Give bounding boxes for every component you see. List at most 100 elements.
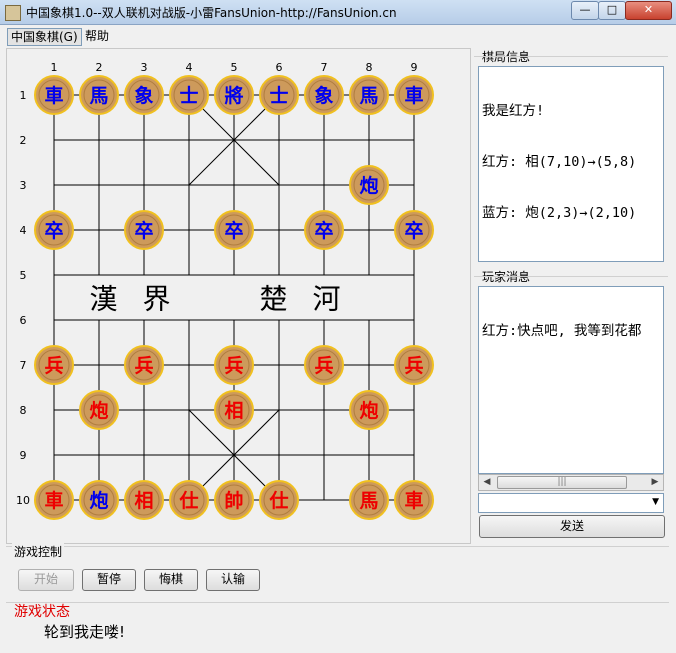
column-label: 8 — [366, 61, 373, 74]
chess-piece[interactable]: 將 — [214, 75, 254, 115]
chat-input-combobox[interactable]: ▼ — [478, 493, 664, 513]
column-label: 6 — [276, 61, 283, 74]
row-label: 3 — [20, 179, 27, 192]
chess-piece[interactable]: 兵 — [304, 345, 344, 385]
piece-label: 卒 — [224, 219, 243, 242]
resign-button[interactable]: 认输 — [206, 569, 260, 591]
piece-label: 馬 — [89, 85, 108, 107]
chess-piece[interactable]: 象 — [124, 75, 164, 115]
piece-label: 兵 — [314, 355, 333, 377]
column-label: 5 — [231, 61, 238, 74]
info-line: 我是红方! — [482, 103, 545, 119]
chess-piece[interactable]: 車 — [394, 75, 434, 115]
row-label: 4 — [20, 224, 27, 237]
chess-piece[interactable]: 卒 — [394, 210, 434, 250]
maximize-button[interactable]: □ — [598, 1, 626, 20]
piece-label: 士 — [269, 85, 288, 107]
chess-piece[interactable]: 兵 — [214, 345, 254, 385]
chevron-down-icon[interactable]: ▼ — [652, 497, 659, 507]
row-label: 9 — [20, 449, 27, 462]
piece-label: 將 — [224, 84, 243, 107]
chess-piece[interactable]: 馬 — [349, 75, 389, 115]
chess-piece[interactable]: 帥 — [214, 480, 254, 520]
chat-line: 红方:快点吧, 我等到花都 — [482, 323, 642, 339]
scroll-left-icon[interactable]: ◀ — [480, 476, 494, 489]
minimize-button[interactable]: — — [571, 1, 599, 20]
chess-piece[interactable]: 車 — [394, 480, 434, 520]
chess-piece[interactable]: 炮 — [79, 480, 119, 520]
chess-piece[interactable]: 馬 — [79, 75, 119, 115]
piece-label: 卒 — [134, 219, 153, 242]
row-label: 5 — [20, 269, 27, 282]
piece-label: 兵 — [404, 355, 423, 377]
chess-piece[interactable]: 馬 — [349, 480, 389, 520]
chess-piece[interactable]: 車 — [34, 75, 74, 115]
scroll-right-icon[interactable]: ▶ — [648, 476, 662, 489]
scroll-thumb[interactable]: ||| — [497, 476, 627, 489]
piece-label: 相 — [134, 490, 153, 512]
chess-piece[interactable]: 士 — [259, 75, 299, 115]
chess-piece[interactable]: 炮 — [349, 390, 389, 430]
chat-messages[interactable]: 红方:快点吧, 我等到花都 — [478, 286, 664, 474]
menu-bar: 中国象棋(G) 帮助 — [0, 25, 676, 46]
river-text-right: 楚 河 — [260, 283, 349, 316]
row-label: 10 — [16, 494, 30, 507]
close-button[interactable]: ✕ — [625, 1, 672, 20]
app-icon — [5, 5, 21, 21]
row-label: 2 — [20, 134, 27, 147]
piece-label: 車 — [404, 489, 423, 512]
chess-piece[interactable]: 仕 — [169, 480, 209, 520]
piece-label: 相 — [224, 400, 243, 422]
piece-label: 兵 — [134, 355, 153, 377]
piece-label: 象 — [134, 84, 153, 107]
chess-piece[interactable]: 卒 — [304, 210, 344, 250]
column-label: 3 — [141, 61, 148, 74]
chess-piece[interactable]: 炮 — [79, 390, 119, 430]
chess-piece[interactable]: 卒 — [34, 210, 74, 250]
chess-piece[interactable]: 炮 — [349, 165, 389, 205]
game-control-title: 游戏控制 — [12, 543, 65, 560]
row-label: 7 — [20, 359, 27, 372]
piece-label: 馬 — [359, 490, 378, 512]
piece-label: 卒 — [44, 219, 63, 242]
undo-button[interactable]: 悔棋 — [144, 569, 198, 591]
piece-label: 車 — [44, 84, 63, 107]
menu-help[interactable]: 帮助 — [82, 28, 112, 44]
chess-piece[interactable]: 仕 — [259, 480, 299, 520]
column-label: 7 — [321, 61, 328, 74]
piece-label: 士 — [179, 85, 198, 107]
chess-piece[interactable]: 卒 — [214, 210, 254, 250]
info-line: 蓝方: 炮(2,3)→(2,10) — [482, 205, 637, 221]
chess-piece[interactable]: 兵 — [394, 345, 434, 385]
piece-label: 卒 — [404, 219, 423, 242]
chess-piece[interactable]: 車 — [34, 480, 74, 520]
row-label: 8 — [20, 404, 27, 417]
title-bar: 中国象棋1.0--双人联机对战版-小雷FansUnion-http://Fans… — [0, 0, 676, 25]
piece-label: 炮 — [89, 399, 108, 422]
column-label: 1 — [51, 61, 58, 74]
piece-label: 車 — [44, 489, 63, 512]
chess-piece[interactable]: 象 — [304, 75, 344, 115]
send-button[interactable]: 发送 — [479, 515, 665, 538]
start-button[interactable]: 开始 — [18, 569, 74, 591]
river-text-left: 漢 界 — [90, 283, 179, 316]
game-info-log: 我是红方! 红方: 相(7,10)→(5,8) 蓝方: 炮(2,3)→(2,10… — [478, 66, 664, 262]
info-line: 红方: 相(7,10)→(5,8) — [482, 154, 637, 170]
chess-piece[interactable]: 相 — [214, 390, 254, 430]
piece-label: 帥 — [224, 489, 243, 512]
chess-piece[interactable]: 相 — [124, 480, 164, 520]
chat-horizontal-scrollbar[interactable]: ◀ ||| ▶ — [478, 474, 664, 491]
piece-label: 馬 — [359, 85, 378, 107]
chess-board-panel: 1 2 3 4 5 6 7 8 9 1 2 3 4 5 6 7 8 9 10 漢 界楚 河車馬象士將士象馬車炮卒卒卒卒… — [6, 48, 471, 544]
piece-label: 仕 — [268, 489, 288, 512]
chess-piece[interactable]: 兵 — [124, 345, 164, 385]
chess-board[interactable]: 1 2 3 4 5 6 7 8 912345678910漢 界楚 河車馬象士將士象馬車炮卒卒卒卒… — [7, 49, 470, 543]
piece-label: 象 — [314, 84, 333, 107]
piece-label: 炮 — [359, 399, 378, 422]
menu-game[interactable]: 中国象棋(G) — [7, 28, 82, 46]
pause-button[interactable]: 暂停 — [82, 569, 136, 591]
chess-piece[interactable]: 兵 — [34, 345, 74, 385]
chess-piece[interactable]: 士 — [169, 75, 209, 115]
game-status-title: 游戏状态 — [14, 604, 70, 620]
chess-piece[interactable]: 卒 — [124, 210, 164, 250]
